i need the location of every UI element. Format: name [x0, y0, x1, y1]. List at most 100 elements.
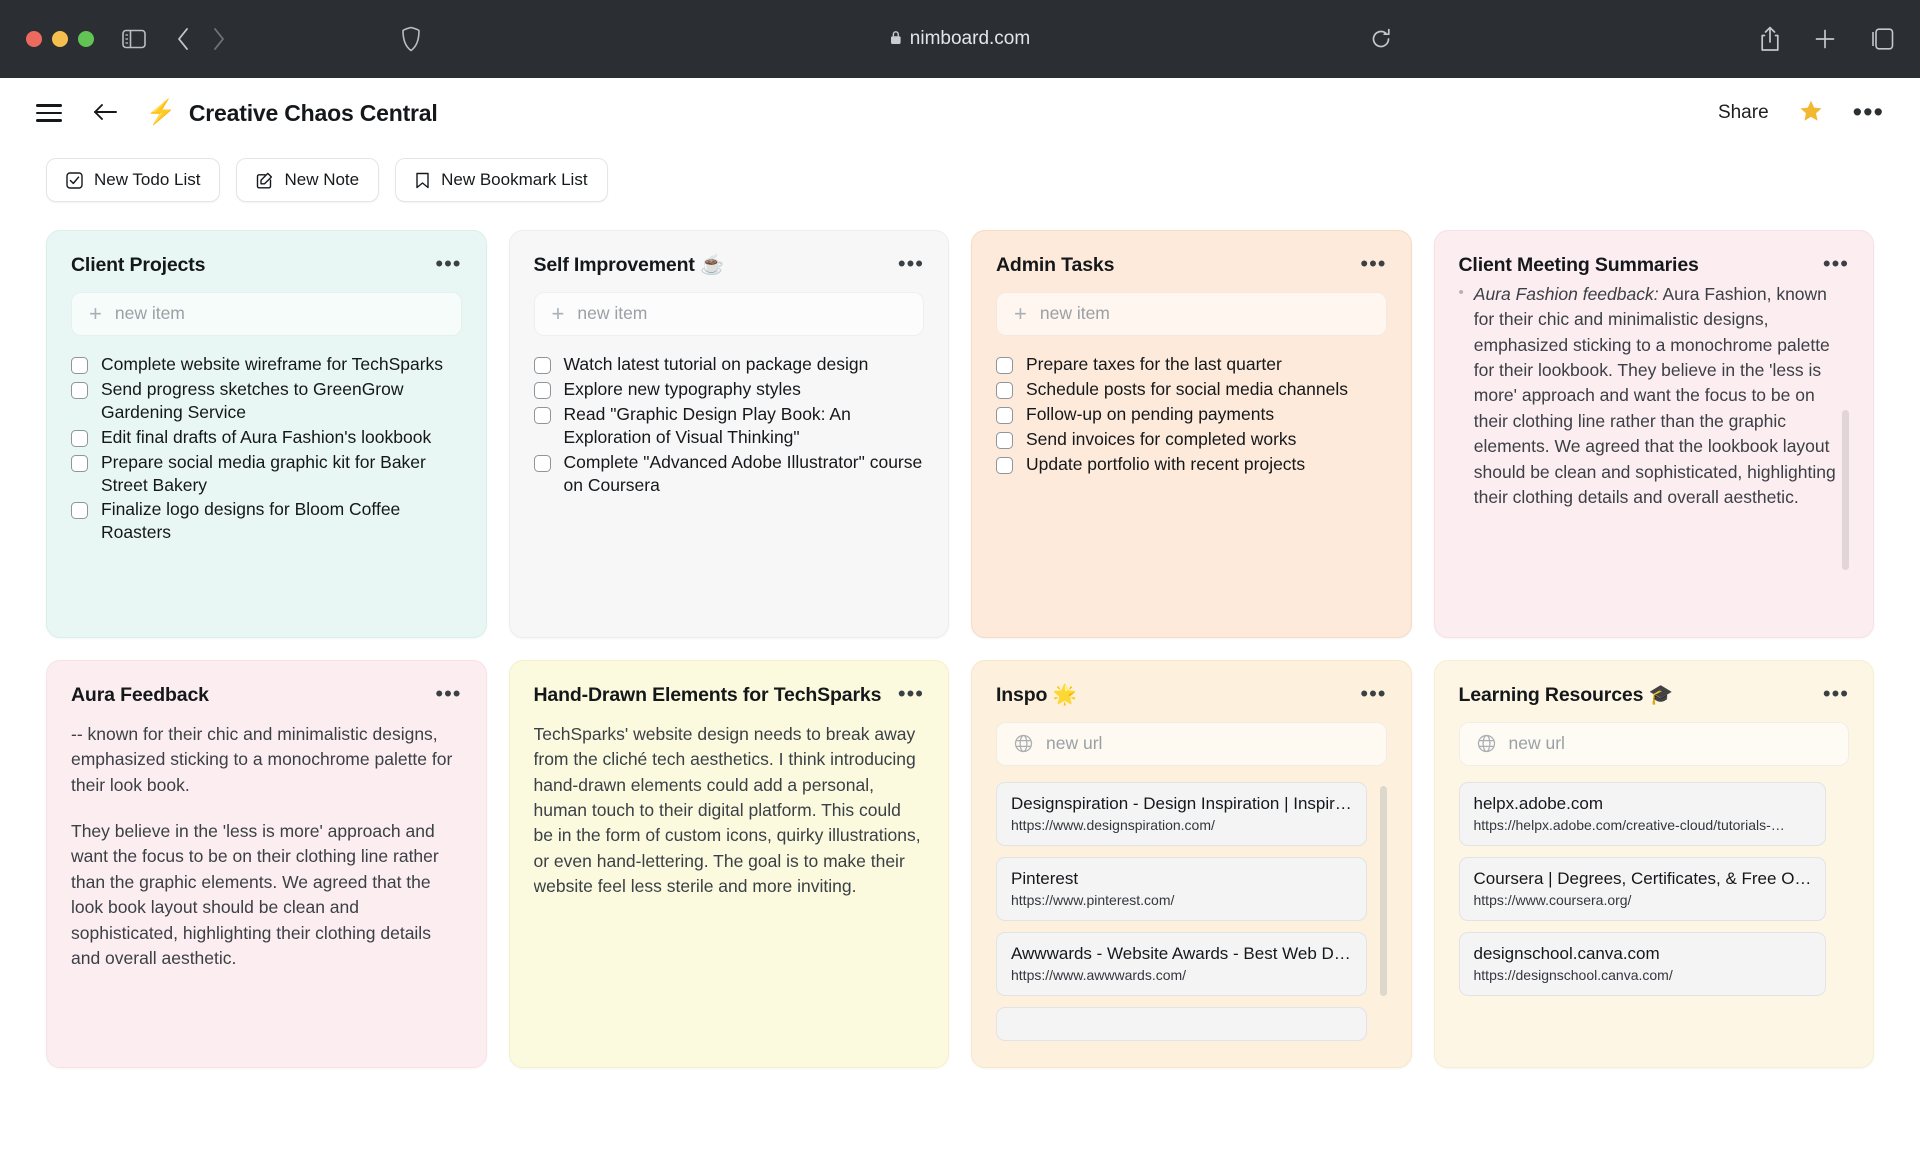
- todo-label: Send invoices for completed works: [1026, 428, 1296, 451]
- todo-checkbox[interactable]: [996, 357, 1013, 374]
- reload-icon[interactable]: [1370, 28, 1392, 50]
- todo-checkbox[interactable]: [534, 357, 551, 374]
- new-item-input[interactable]: + new item: [71, 292, 462, 336]
- card-header: Inspo 🌟 •••: [996, 683, 1387, 708]
- new-todo-list-label: New Todo List: [94, 170, 200, 190]
- todo-checkbox[interactable]: [71, 502, 88, 519]
- card-menu-button[interactable]: •••: [898, 253, 924, 270]
- close-window-button[interactable]: [26, 31, 42, 47]
- todo-label: Finalize logo designs for Bloom Coffee R…: [101, 498, 462, 544]
- todo-item[interactable]: Explore new typography styles: [534, 377, 925, 402]
- card-admin-tasks: Admin Tasks ••• + new item Prepare taxes…: [971, 230, 1412, 638]
- bookmark-scroll-area[interactable]: Designspiration - Design Inspiration | I…: [996, 782, 1387, 1049]
- new-item-input[interactable]: + new item: [996, 292, 1387, 336]
- bookmark-url: https://www.designspiration.com/: [1011, 817, 1352, 833]
- minimize-window-button[interactable]: [52, 31, 68, 47]
- todo-checkbox[interactable]: [534, 455, 551, 472]
- browser-chrome: nimboard.com: [0, 0, 1920, 78]
- todo-item[interactable]: Watch latest tutorial on package design: [534, 352, 925, 377]
- list-item[interactable]: helpx.adobe.com https://helpx.adobe.com/…: [1459, 782, 1827, 846]
- new-bookmark-list-button[interactable]: New Bookmark List: [395, 158, 607, 202]
- board-toolbar: New Todo List New Note New Bookmark List: [0, 148, 1920, 202]
- share-button[interactable]: Share: [1718, 102, 1769, 124]
- back-chevron-icon[interactable]: [176, 27, 190, 51]
- card-menu-button[interactable]: •••: [1823, 253, 1849, 270]
- lock-icon: [890, 30, 902, 49]
- todo-label: Complete "Advanced Adobe Illustrator" co…: [564, 451, 925, 497]
- bookmark-scroll-area[interactable]: helpx.adobe.com https://helpx.adobe.com/…: [1459, 782, 1850, 1049]
- card-menu-button[interactable]: •••: [1823, 683, 1849, 700]
- todo-item[interactable]: Complete "Advanced Adobe Illustrator" co…: [534, 450, 925, 498]
- card-header: Client Meeting Summaries •••: [1459, 253, 1850, 278]
- todo-item[interactable]: Finalize logo designs for Bloom Coffee R…: [71, 497, 462, 545]
- new-note-button[interactable]: New Note: [236, 158, 379, 202]
- todo-item[interactable]: Read "Graphic Design Play Book: An Explo…: [534, 402, 925, 450]
- todo-checkbox[interactable]: [71, 430, 88, 447]
- note-scroll-area[interactable]: •Aura Fashion feedback: Aura Fashion, kn…: [1459, 282, 1850, 619]
- note-scrollbar[interactable]: [1842, 410, 1849, 570]
- bookmark-url: https://www.coursera.org/: [1474, 892, 1812, 908]
- todo-checkbox[interactable]: [996, 407, 1013, 424]
- todo-checkbox[interactable]: [71, 455, 88, 472]
- todo-checkbox[interactable]: [71, 357, 88, 374]
- todo-item[interactable]: Prepare social media graphic kit for Bak…: [71, 450, 462, 498]
- todo-item[interactable]: Send progress sketches to GreenGrow Gard…: [71, 377, 462, 425]
- bookmark-scrollbar[interactable]: [1380, 786, 1387, 996]
- forward-chevron-icon[interactable]: [212, 27, 226, 51]
- todo-item[interactable]: Follow-up on pending payments: [996, 402, 1387, 427]
- todo-label: Follow-up on pending payments: [1026, 403, 1274, 426]
- new-url-input[interactable]: new url: [1459, 722, 1850, 766]
- plus-icon[interactable]: [1814, 28, 1836, 50]
- sidebar-toggle-icon[interactable]: [122, 29, 146, 49]
- todo-checkbox[interactable]: [71, 382, 88, 399]
- card-title-emoji: 🎓: [1649, 684, 1673, 706]
- bookmark-url: https://designschool.canva.com/: [1474, 967, 1812, 983]
- todo-checkbox[interactable]: [534, 407, 551, 424]
- card-header: Aura Feedback •••: [71, 683, 462, 708]
- list-item[interactable]: designschool.canva.com https://designsch…: [1459, 932, 1827, 996]
- ellipsis-icon[interactable]: •••: [1853, 106, 1884, 120]
- todo-checkbox[interactable]: [534, 382, 551, 399]
- address-bar[interactable]: nimboard.com: [890, 28, 1030, 50]
- todo-item[interactable]: Edit final drafts of Aura Fashion's look…: [71, 425, 462, 450]
- card-menu-button[interactable]: •••: [1360, 683, 1386, 700]
- todo-item[interactable]: Complete website wireframe for TechSpark…: [71, 352, 462, 377]
- app-shell: ⚡ Creative Chaos Central Share ••• New T…: [0, 78, 1920, 1176]
- card-title: Learning Resources 🎓: [1459, 683, 1673, 708]
- card-title: Hand-Drawn Elements for TechSparks: [534, 683, 882, 708]
- todo-checkbox[interactable]: [996, 382, 1013, 399]
- todo-item[interactable]: Prepare taxes for the last quarter: [996, 352, 1387, 377]
- todo-item[interactable]: Schedule posts for social media channels: [996, 377, 1387, 402]
- todo-item[interactable]: Update portfolio with recent projects: [996, 452, 1387, 477]
- tab-overview-icon[interactable]: [1870, 28, 1894, 50]
- board-grid: Client Projects ••• + new item Complete …: [0, 202, 1920, 1176]
- todo-label: Explore new typography styles: [564, 378, 801, 401]
- shield-icon[interactable]: [401, 26, 421, 52]
- list-item[interactable]: Pinterest https://www.pinterest.com/: [996, 857, 1367, 921]
- list-item[interactable]: Designspiration - Design Inspiration | I…: [996, 782, 1367, 846]
- maximize-window-button[interactable]: [78, 31, 94, 47]
- hamburger-menu-icon[interactable]: [36, 104, 62, 121]
- todo-item[interactable]: Send invoices for completed works: [996, 427, 1387, 452]
- new-url-input[interactable]: new url: [996, 722, 1387, 766]
- share-icon[interactable]: [1760, 26, 1780, 52]
- back-arrow-icon[interactable]: [92, 99, 118, 127]
- star-icon[interactable]: [1799, 99, 1823, 128]
- todo-checkbox[interactable]: [996, 432, 1013, 449]
- list-item[interactable]: [996, 1007, 1367, 1041]
- card-menu-button[interactable]: •••: [1360, 253, 1386, 270]
- card-menu-button[interactable]: •••: [898, 683, 924, 700]
- card-menu-button[interactable]: •••: [435, 253, 461, 270]
- todo-list: Complete website wireframe for TechSpark…: [71, 352, 462, 545]
- new-item-input[interactable]: + new item: [534, 292, 925, 336]
- todo-label: Schedule posts for social media channels: [1026, 378, 1348, 401]
- browser-navigation: [176, 27, 226, 51]
- todo-checkbox[interactable]: [996, 457, 1013, 474]
- globe-icon: [1477, 734, 1496, 753]
- card-aura-feedback: Aura Feedback ••• -- known for their chi…: [46, 660, 487, 1068]
- note-text: Aura Fashion feedback: Aura Fashion, kno…: [1474, 282, 1837, 510]
- new-todo-list-button[interactable]: New Todo List: [46, 158, 220, 202]
- list-item[interactable]: Awwwards - Website Awards - Best Web D… …: [996, 932, 1367, 996]
- list-item[interactable]: Coursera | Degrees, Certificates, & Free…: [1459, 857, 1827, 921]
- card-menu-button[interactable]: •••: [435, 683, 461, 700]
